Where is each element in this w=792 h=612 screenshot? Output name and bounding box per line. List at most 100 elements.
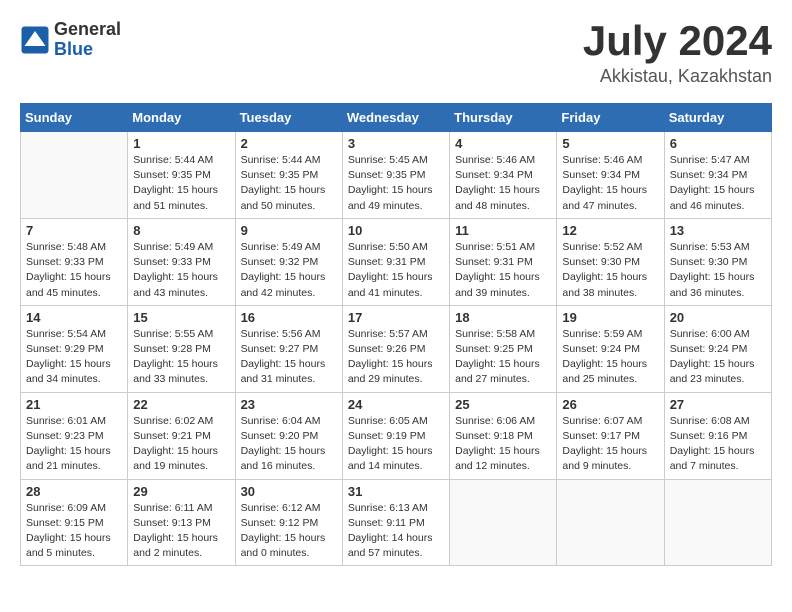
weekday-header: Tuesday bbox=[235, 104, 342, 132]
calendar-cell bbox=[450, 479, 557, 566]
day-number: 21 bbox=[26, 397, 122, 412]
calendar-cell: 20 Sunrise: 6:00 AMSunset: 9:24 PMDayligh… bbox=[664, 305, 771, 392]
day-info: Sunrise: 6:12 AMSunset: 9:12 PMDaylight:… bbox=[241, 501, 337, 562]
weekday-header: Sunday bbox=[21, 104, 128, 132]
day-info: Sunrise: 6:00 AMSunset: 9:24 PMDaylight:… bbox=[670, 327, 766, 388]
day-info: Sunrise: 5:55 AMSunset: 9:28 PMDaylight:… bbox=[133, 327, 229, 388]
day-info: Sunrise: 6:06 AMSunset: 9:18 PMDaylight:… bbox=[455, 414, 551, 475]
day-info: Sunrise: 5:48 AMSunset: 9:33 PMDaylight:… bbox=[26, 240, 122, 301]
day-number: 23 bbox=[241, 397, 337, 412]
calendar-cell: 2 Sunrise: 5:44 AMSunset: 9:35 PMDaylight… bbox=[235, 132, 342, 219]
calendar-cell: 12Sunrise: 5:52 AMSunset: 9:30 PMDayligh… bbox=[557, 218, 664, 305]
calendar-cell: 26 Sunrise: 6:07 AMSunset: 9:17 PMDayligh… bbox=[557, 392, 664, 479]
day-info: Sunrise: 5:49 AMSunset: 9:32 PMDaylight:… bbox=[241, 240, 337, 301]
calendar-cell: 11Sunrise: 5:51 AMSunset: 9:31 PMDayligh… bbox=[450, 218, 557, 305]
logo: General Blue bbox=[20, 20, 121, 60]
day-info: Sunrise: 6:13 AMSunset: 9:11 PMDaylight:… bbox=[348, 501, 444, 562]
day-info: Sunrise: 5:53 AMSunset: 9:30 PMDaylight:… bbox=[670, 240, 766, 301]
logo-text: General Blue bbox=[54, 20, 121, 60]
day-number: 25 bbox=[455, 397, 551, 412]
calendar-week-row: 1 Sunrise: 5:44 AMSunset: 9:35 PMDaylight… bbox=[21, 132, 772, 219]
day-info: Sunrise: 5:58 AMSunset: 9:25 PMDaylight:… bbox=[455, 327, 551, 388]
day-number: 18 bbox=[455, 310, 551, 325]
day-number: 9 bbox=[241, 223, 337, 238]
day-info: Sunrise: 6:07 AMSunset: 9:17 PMDaylight:… bbox=[562, 414, 658, 475]
calendar-cell: 27 Sunrise: 6:08 AMSunset: 9:16 PMDayligh… bbox=[664, 392, 771, 479]
calendar-cell: 17 Sunrise: 5:57 AMSunset: 9:26 PMDayligh… bbox=[342, 305, 449, 392]
day-info: Sunrise: 5:44 AMSunset: 9:35 PMDaylight:… bbox=[241, 153, 337, 214]
calendar-cell: 28 Sunrise: 6:09 AMSunset: 9:15 PMDayligh… bbox=[21, 479, 128, 566]
day-number: 2 bbox=[241, 136, 337, 151]
day-number: 8 bbox=[133, 223, 229, 238]
weekday-header: Monday bbox=[128, 104, 235, 132]
calendar-cell: 9 Sunrise: 5:49 AMSunset: 9:32 PMDaylight… bbox=[235, 218, 342, 305]
day-number: 5 bbox=[562, 136, 658, 151]
day-number: 19 bbox=[562, 310, 658, 325]
day-info: Sunrise: 5:44 AMSunset: 9:35 PMDaylight:… bbox=[133, 153, 229, 214]
day-number: 7 bbox=[26, 223, 122, 238]
day-number: 29 bbox=[133, 484, 229, 499]
location: Akkistau, Kazakhstan bbox=[583, 66, 772, 87]
calendar-cell: 16 Sunrise: 5:56 AMSunset: 9:27 PMDayligh… bbox=[235, 305, 342, 392]
weekday-header: Thursday bbox=[450, 104, 557, 132]
day-number: 1 bbox=[133, 136, 229, 151]
calendar-cell: 6Sunrise: 5:47 AMSunset: 9:34 PMDaylight… bbox=[664, 132, 771, 219]
logo-general: General bbox=[54, 20, 121, 40]
page-header: General Blue July 2024 Akkistau, Kazakhs… bbox=[20, 20, 772, 87]
day-number: 20 bbox=[670, 310, 766, 325]
calendar-week-row: 21Sunrise: 6:01 AMSunset: 9:23 PMDayligh… bbox=[21, 392, 772, 479]
day-info: Sunrise: 5:45 AMSunset: 9:35 PMDaylight:… bbox=[348, 153, 444, 214]
weekday-header: Saturday bbox=[664, 104, 771, 132]
day-number: 26 bbox=[562, 397, 658, 412]
day-number: 4 bbox=[455, 136, 551, 151]
weekday-header: Friday bbox=[557, 104, 664, 132]
calendar-cell: 13 Sunrise: 5:53 AMSunset: 9:30 PMDayligh… bbox=[664, 218, 771, 305]
calendar-table: SundayMondayTuesdayWednesdayThursdayFrid… bbox=[20, 103, 772, 566]
day-number: 6 bbox=[670, 136, 766, 151]
day-number: 14 bbox=[26, 310, 122, 325]
calendar-cell: 5 Sunrise: 5:46 AMSunset: 9:34 PMDaylight… bbox=[557, 132, 664, 219]
day-number: 3 bbox=[348, 136, 444, 151]
calendar-cell: 21Sunrise: 6:01 AMSunset: 9:23 PMDayligh… bbox=[21, 392, 128, 479]
calendar-cell: 18 Sunrise: 5:58 AMSunset: 9:25 PMDayligh… bbox=[450, 305, 557, 392]
calendar-cell bbox=[557, 479, 664, 566]
day-info: Sunrise: 5:59 AMSunset: 9:24 PMDaylight:… bbox=[562, 327, 658, 388]
day-info: Sunrise: 5:56 AMSunset: 9:27 PMDaylight:… bbox=[241, 327, 337, 388]
day-number: 22 bbox=[133, 397, 229, 412]
logo-blue: Blue bbox=[54, 40, 121, 60]
day-number: 13 bbox=[670, 223, 766, 238]
calendar-cell: 23Sunrise: 6:04 AMSunset: 9:20 PMDayligh… bbox=[235, 392, 342, 479]
calendar-cell bbox=[664, 479, 771, 566]
logo-icon bbox=[20, 25, 50, 55]
day-info: Sunrise: 6:11 AMSunset: 9:13 PMDaylight:… bbox=[133, 501, 229, 562]
calendar-cell: 7 Sunrise: 5:48 AMSunset: 9:33 PMDaylight… bbox=[21, 218, 128, 305]
day-info: Sunrise: 5:52 AMSunset: 9:30 PMDaylight:… bbox=[562, 240, 658, 301]
calendar-cell: 24Sunrise: 6:05 AMSunset: 9:19 PMDayligh… bbox=[342, 392, 449, 479]
day-number: 17 bbox=[348, 310, 444, 325]
weekday-header: Wednesday bbox=[342, 104, 449, 132]
calendar-week-row: 14 Sunrise: 5:54 AMSunset: 9:29 PMDayligh… bbox=[21, 305, 772, 392]
calendar-cell: 4 Sunrise: 5:46 AMSunset: 9:34 PMDaylight… bbox=[450, 132, 557, 219]
calendar-cell: 10Sunrise: 5:50 AMSunset: 9:31 PMDayligh… bbox=[342, 218, 449, 305]
day-info: Sunrise: 5:57 AMSunset: 9:26 PMDaylight:… bbox=[348, 327, 444, 388]
calendar-cell: 1 Sunrise: 5:44 AMSunset: 9:35 PMDaylight… bbox=[128, 132, 235, 219]
calendar-week-row: 7 Sunrise: 5:48 AMSunset: 9:33 PMDaylight… bbox=[21, 218, 772, 305]
day-number: 30 bbox=[241, 484, 337, 499]
calendar-cell: 3 Sunrise: 5:45 AMSunset: 9:35 PMDaylight… bbox=[342, 132, 449, 219]
calendar-cell: 19 Sunrise: 5:59 AMSunset: 9:24 PMDayligh… bbox=[557, 305, 664, 392]
calendar-cell: 29 Sunrise: 6:11 AMSunset: 9:13 PMDayligh… bbox=[128, 479, 235, 566]
calendar-cell: 25 Sunrise: 6:06 AMSunset: 9:18 PMDayligh… bbox=[450, 392, 557, 479]
calendar-cell bbox=[21, 132, 128, 219]
day-number: 28 bbox=[26, 484, 122, 499]
day-info: Sunrise: 5:46 AMSunset: 9:34 PMDaylight:… bbox=[455, 153, 551, 214]
calendar-cell: 8Sunrise: 5:49 AMSunset: 9:33 PMDaylight… bbox=[128, 218, 235, 305]
day-number: 27 bbox=[670, 397, 766, 412]
day-number: 31 bbox=[348, 484, 444, 499]
calendar-cell: 31 Sunrise: 6:13 AMSunset: 9:11 PMDayligh… bbox=[342, 479, 449, 566]
day-info: Sunrise: 5:54 AMSunset: 9:29 PMDaylight:… bbox=[26, 327, 122, 388]
day-info: Sunrise: 5:46 AMSunset: 9:34 PMDaylight:… bbox=[562, 153, 658, 214]
day-number: 16 bbox=[241, 310, 337, 325]
day-info: Sunrise: 6:09 AMSunset: 9:15 PMDaylight:… bbox=[26, 501, 122, 562]
day-number: 10 bbox=[348, 223, 444, 238]
day-info: Sunrise: 6:08 AMSunset: 9:16 PMDaylight:… bbox=[670, 414, 766, 475]
